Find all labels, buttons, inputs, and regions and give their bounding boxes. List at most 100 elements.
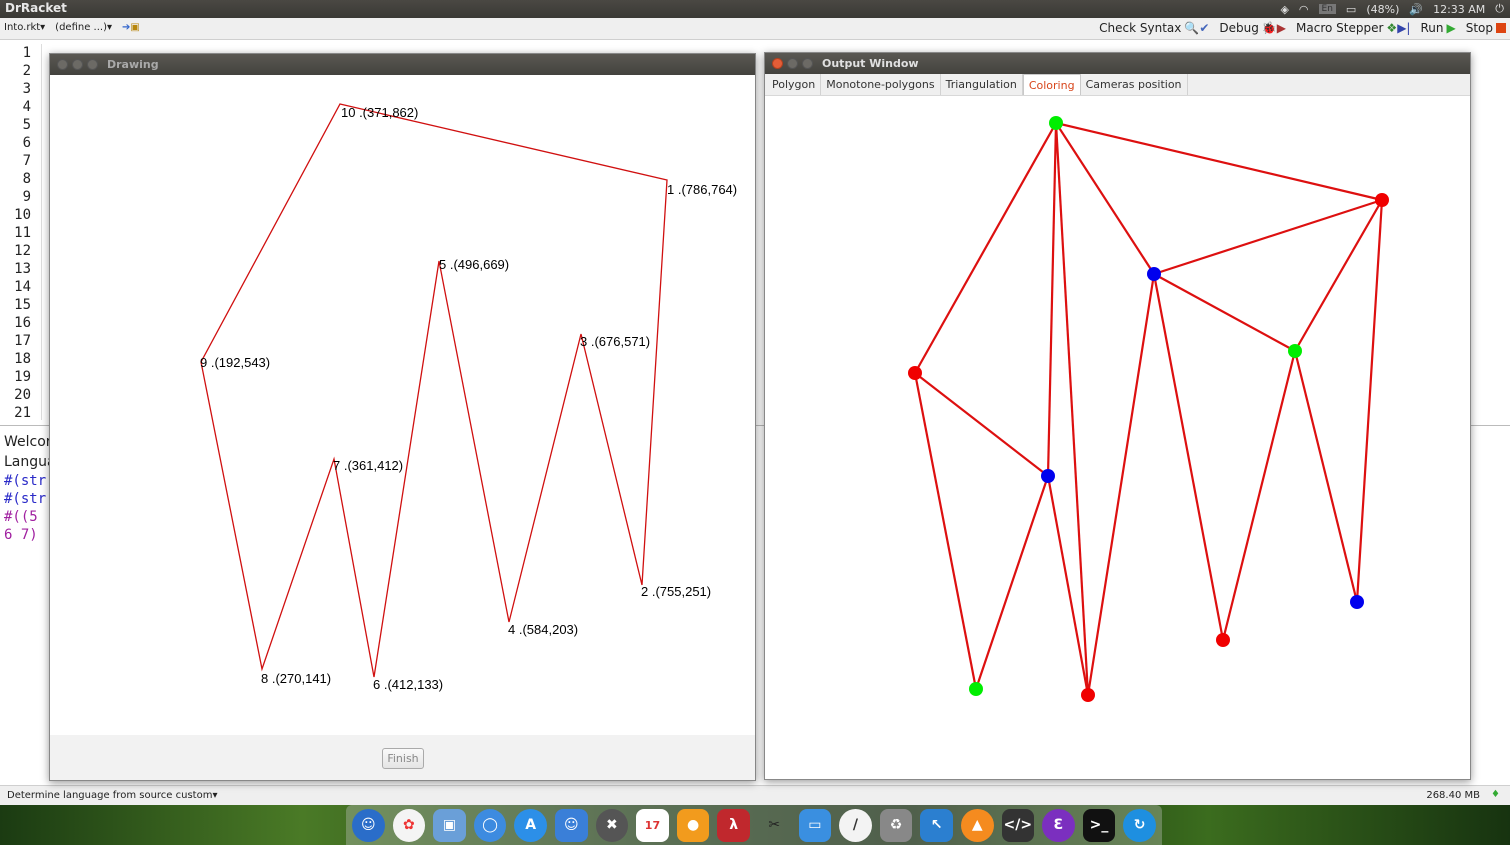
graph-edge bbox=[914, 372, 1049, 477]
vlc-icon[interactable]: ▲ bbox=[960, 808, 994, 842]
tab-monotone-polygons[interactable]: Monotone-polygons bbox=[821, 74, 941, 95]
vertex-label: 3 .(676,571) bbox=[580, 334, 650, 349]
racket-icon[interactable]: λ bbox=[717, 808, 750, 842]
vertex-red bbox=[1081, 688, 1095, 702]
coloring-graph bbox=[908, 116, 1389, 702]
file-menu[interactable]: Into.rkt▾ bbox=[4, 22, 45, 33]
image-viewer-icon[interactable]: ▣ bbox=[433, 808, 466, 842]
line-number: 16 bbox=[14, 315, 31, 331]
scissors-icon[interactable]: ✂ bbox=[758, 809, 791, 842]
output-window-titlebar[interactable]: Output Window bbox=[765, 53, 1470, 74]
graph-edge bbox=[1153, 273, 1296, 352]
line-number: 12 bbox=[14, 243, 31, 259]
close-icon[interactable] bbox=[772, 58, 783, 69]
repl-language: Langua bbox=[4, 454, 56, 470]
line-number: 21 bbox=[14, 405, 31, 421]
tab-triangulation[interactable]: Triangulation bbox=[941, 74, 1023, 95]
vertex-blue bbox=[1350, 595, 1364, 609]
minimize-icon[interactable] bbox=[787, 58, 798, 69]
clock[interactable]: 12:33 AM bbox=[1433, 3, 1485, 16]
line-number: 1 bbox=[22, 45, 31, 61]
coloring-canvas[interactable] bbox=[765, 96, 1470, 779]
line-number: 15 bbox=[14, 297, 31, 313]
vertex-label: 10 .(371,862) bbox=[341, 105, 418, 120]
graph-edge bbox=[914, 122, 1057, 374]
line-number: 19 bbox=[14, 369, 31, 385]
trash-icon[interactable]: ♻ bbox=[879, 808, 913, 842]
vertex-red bbox=[908, 366, 922, 380]
terminal-icon[interactable]: >_ bbox=[1082, 808, 1116, 842]
vertex-label: 2 .(755,251) bbox=[641, 584, 711, 599]
tab-coloring[interactable]: Coloring bbox=[1022, 74, 1081, 95]
maximize-icon[interactable] bbox=[87, 59, 98, 70]
graph-edge bbox=[974, 475, 1050, 690]
battery-icon[interactable]: ▭ bbox=[1346, 3, 1356, 16]
sync-icon[interactable]: ↻ bbox=[1123, 808, 1156, 842]
browser-icon[interactable]: ◯ bbox=[473, 808, 507, 842]
photos-icon[interactable]: ✿ bbox=[392, 808, 426, 842]
cursor-app-icon[interactable]: ↖ bbox=[920, 808, 953, 842]
drawing-canvas[interactable]: 10 .(371,862) 1 .(786,764) 5 .(496,669) … bbox=[50, 75, 755, 735]
stop-button[interactable]: Stop bbox=[1466, 21, 1506, 35]
line-number: 4 bbox=[22, 99, 31, 115]
minimize-icon[interactable] bbox=[72, 59, 83, 70]
finder-icon[interactable]: ☺ bbox=[352, 808, 385, 842]
vertex-red bbox=[1216, 633, 1230, 647]
macro-stepper-label: Macro Stepper bbox=[1296, 21, 1384, 35]
polygon-outline bbox=[200, 103, 668, 678]
run-button[interactable]: Run ▶ bbox=[1420, 21, 1455, 35]
graph-edge bbox=[1221, 350, 1297, 641]
drawing-window: Drawing 10 .(371,862) 1 .(786,764) 5 .(4… bbox=[49, 53, 756, 781]
line-number: 6 bbox=[22, 135, 31, 151]
drawing-footer: Finish bbox=[50, 735, 755, 780]
drawing-window-title: Drawing bbox=[107, 58, 159, 71]
pdf-icon[interactable]: ● bbox=[676, 808, 710, 842]
keyboard-layout[interactable]: En bbox=[1318, 4, 1336, 14]
magnifier-check-icon: 🔍✔ bbox=[1184, 21, 1210, 35]
files-icon[interactable]: ☺ bbox=[554, 808, 588, 842]
dock: ☺ ✿ ▣ ◯ A ☺ ✖ 17 ● λ ✂ ▭ / ♻ ↖ ▲ </> Ɛ >… bbox=[346, 805, 1162, 845]
settings-icon[interactable]: ✖ bbox=[595, 808, 629, 842]
tab-cameras-position[interactable]: Cameras position bbox=[1081, 74, 1188, 95]
memory-usage: 268.40 MB bbox=[1426, 790, 1480, 801]
close-icon[interactable] bbox=[57, 59, 68, 70]
drawing-window-titlebar[interactable]: Drawing bbox=[50, 54, 755, 75]
vertex-label: 1 .(786,764) bbox=[667, 182, 737, 197]
power-icon[interactable]: ⏻ bbox=[1495, 2, 1504, 16]
graph-edge bbox=[1294, 199, 1383, 352]
debug-label: Debug bbox=[1219, 21, 1259, 35]
emacs-icon[interactable]: Ɛ bbox=[1042, 808, 1075, 842]
vertex-label: 8 .(270,141) bbox=[261, 671, 331, 686]
desktop-icon[interactable]: ▭ bbox=[798, 808, 832, 842]
repl-welcome: Welcor bbox=[4, 434, 52, 450]
debug-button[interactable]: Debug 🐞▶ bbox=[1219, 21, 1286, 35]
status-bar: Determine language from source custom▾ 2… bbox=[0, 785, 1510, 805]
maximize-icon[interactable] bbox=[802, 58, 813, 69]
define-menu[interactable]: (define ...)▾ bbox=[55, 22, 112, 33]
graph-edge bbox=[1055, 122, 1155, 275]
volume-icon[interactable]: 🔊 bbox=[1409, 3, 1423, 16]
line-number: 9 bbox=[22, 189, 31, 205]
calendar-icon[interactable]: 17 bbox=[636, 808, 669, 842]
language-selector[interactable]: Determine language from source custom▾ bbox=[7, 790, 217, 801]
line-number: 7 bbox=[22, 153, 31, 169]
graph-edge bbox=[1086, 273, 1156, 696]
line-number-gutter: 1 2 3 4 5 6 7 8 9 10 11 12 13 14 15 16 17 18 19 20 21 bbox=[0, 44, 42, 421]
check-syntax-button[interactable]: Check Syntax 🔍✔ bbox=[1099, 21, 1209, 35]
output-tabs: Polygon Monotone-polygons Triangulation … bbox=[765, 74, 1470, 96]
line-number: 8 bbox=[22, 171, 31, 187]
save-icon[interactable]: ➔▣ bbox=[122, 22, 140, 33]
wifi-icon[interactable]: ◠ bbox=[1299, 3, 1309, 16]
graph-edge bbox=[1046, 122, 1058, 477]
line-number: 14 bbox=[14, 279, 31, 295]
network-icon[interactable]: ◈ bbox=[1280, 3, 1288, 16]
stop-icon bbox=[1496, 23, 1506, 33]
code-editor-icon[interactable]: </> bbox=[1001, 808, 1035, 842]
app-store-icon[interactable]: A bbox=[514, 808, 547, 842]
macro-stepper-icon: ❖▶| bbox=[1386, 21, 1411, 35]
polygon-drawing: 10 .(371,862) 1 .(786,764) 5 .(496,669) … bbox=[200, 103, 737, 692]
finish-button[interactable]: Finish bbox=[382, 748, 424, 769]
tab-polygon[interactable]: Polygon bbox=[767, 74, 822, 95]
macro-stepper-button[interactable]: Macro Stepper ❖▶| bbox=[1296, 21, 1410, 35]
clock-app-icon[interactable]: / bbox=[839, 808, 872, 842]
